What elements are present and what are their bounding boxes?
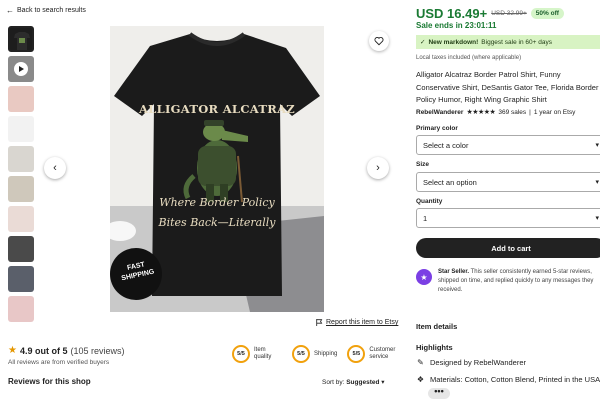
item-details-heading[interactable]: Item details xyxy=(416,322,457,331)
back-to-search-link[interactable]: ← Back to search results xyxy=(6,6,86,15)
chevron-down-icon: ▾ xyxy=(595,179,599,186)
seller-tenure: 1 year on Etsy xyxy=(533,108,576,116)
sale-countdown: Sale ends in 23:01:11 xyxy=(416,21,497,30)
reviews-section-title: Reviews for this shop xyxy=(8,377,91,386)
thumbnail-7[interactable] xyxy=(8,206,34,232)
verified-note: All reviews are from verified buyers xyxy=(8,359,110,366)
markdown-bold: New markdown! xyxy=(428,38,479,46)
score-circle: 5/5 xyxy=(232,345,250,363)
original-price: USD 32.99+ xyxy=(491,10,527,17)
thumbnail-6[interactable] xyxy=(8,176,34,202)
sort-value: Suggested xyxy=(346,379,380,386)
rating-summary: ★ 4.9 out of 5 (105 reviews) All reviews… xyxy=(8,345,125,366)
star-seller-title: Star Seller. xyxy=(438,269,470,275)
report-label: Report this item to Etsy xyxy=(326,319,399,326)
seller-info: RebelWanderer ★★★★★ 369 sales | 1 year o… xyxy=(416,108,576,117)
designed-by-text: Designed by RebelWanderer xyxy=(430,358,527,367)
play-icon xyxy=(14,62,28,76)
separator: | xyxy=(529,108,531,116)
main-product-image: ALLIGATOR ALCATRAZ Where Border Policy B… xyxy=(110,26,324,312)
arrow-left-icon: ← xyxy=(6,6,14,15)
discount-badge: 50% off xyxy=(530,8,564,19)
quantity-select-value: 1 xyxy=(423,213,428,223)
thumbnail-1[interactable] xyxy=(8,26,34,52)
score-circle: 5/5 xyxy=(347,345,366,363)
seller-name[interactable]: RebelWanderer xyxy=(416,109,463,116)
chevron-down-icon: ▾ xyxy=(595,142,599,149)
sort-prefix: Sort by: xyxy=(322,379,345,386)
shirt-tagline-1: Where Border Policy xyxy=(159,196,275,209)
markdown-text: Biggest sale in 60+ days xyxy=(481,38,552,46)
materials-icon: ❖ xyxy=(416,375,425,384)
size-label: Size xyxy=(416,161,430,168)
thumbnail-8[interactable] xyxy=(8,236,34,262)
favorite-button[interactable] xyxy=(369,31,389,51)
color-select[interactable]: Select a color ▾ xyxy=(416,135,600,155)
materials-row: ❖ Materials: Cotton, Cotton Blend, Print… xyxy=(416,375,600,384)
sort-dropdown[interactable]: Sort by: Suggested ▾ xyxy=(322,378,385,386)
shipping-score: 5/5 Shipping xyxy=(292,345,337,363)
thumbnail-10[interactable] xyxy=(8,296,34,322)
add-to-cart-button[interactable]: Add to cart xyxy=(416,238,600,258)
more-highlights-button[interactable]: ••• xyxy=(428,387,450,399)
previous-image-button[interactable]: ‹ xyxy=(44,157,66,179)
shirt-tagline-2: Bites Back—Literally xyxy=(158,216,276,229)
star-seller-info: ★ Star Seller. This seller consistently … xyxy=(416,268,600,295)
score-label: Shipping xyxy=(314,350,338,357)
chevron-down-icon: ▾ xyxy=(595,215,599,222)
thumbnail-9[interactable] xyxy=(8,266,34,292)
chevron-left-icon: ‹ xyxy=(53,162,57,174)
pencil-icon: ✎ xyxy=(417,358,424,367)
star-seller-icon: ★ xyxy=(416,269,432,285)
quantity-select[interactable]: 1 ▾ xyxy=(416,208,600,228)
review-category-scores: 5/5 Item quality 5/5 Shipping 5/5 Custom… xyxy=(232,345,397,363)
color-label: Primary color xyxy=(416,125,458,132)
next-image-button[interactable]: › xyxy=(367,157,389,179)
materials-text: Materials: Cotton, Cotton Blend, Printed… xyxy=(430,375,600,384)
product-title: Alligator Alcatraz Border Patrol Shirt, … xyxy=(416,70,599,104)
chevron-down-icon: ▾ xyxy=(381,379,385,386)
shirt-headline: ALLIGATOR ALCATRAZ xyxy=(138,102,295,116)
thumbnail-4[interactable] xyxy=(8,116,34,142)
current-price: USD 16.49+ xyxy=(416,6,488,21)
heart-icon xyxy=(374,37,384,46)
thumbnail-5[interactable] xyxy=(8,146,34,172)
flag-icon xyxy=(316,319,323,326)
size-select[interactable]: Select an option ▾ xyxy=(416,172,600,192)
score-circle: 5/5 xyxy=(292,345,310,363)
color-select-value: Select a color xyxy=(423,140,469,150)
markdown-banner: ✓ New markdown! Biggest sale in 60+ days xyxy=(416,35,600,49)
check-icon: ✓ xyxy=(420,39,426,46)
size-select-value: Select an option xyxy=(423,177,477,187)
highlights-heading: Highlights xyxy=(416,343,453,352)
seller-rating-stars: ★★★★★ xyxy=(466,109,496,116)
score-label: Item quality xyxy=(254,347,272,360)
back-link-label: Back to search results xyxy=(17,7,86,14)
rating-score: 4.9 out of 5 xyxy=(19,345,68,356)
item-quality-score: 5/5 Item quality xyxy=(232,345,282,363)
designed-by-row: ✎ Designed by RebelWanderer xyxy=(416,358,526,367)
sales-count: 369 sales xyxy=(498,108,527,116)
thumbnail-video[interactable] xyxy=(8,56,34,82)
thumbnail-3[interactable] xyxy=(8,86,34,112)
report-item-link[interactable]: Report this item to Etsy xyxy=(316,319,398,326)
star-icon: ★ xyxy=(8,345,17,356)
score-label: Customer service xyxy=(369,347,396,360)
customer-service-score: 5/5 Customer service xyxy=(347,345,397,363)
thumbnail-strip xyxy=(8,26,36,326)
taxes-note: Local taxes included (where applicable) xyxy=(416,55,522,61)
chevron-right-icon: › xyxy=(376,162,380,174)
quantity-label: Quantity xyxy=(416,198,443,205)
review-count: (105 reviews) xyxy=(70,345,125,356)
